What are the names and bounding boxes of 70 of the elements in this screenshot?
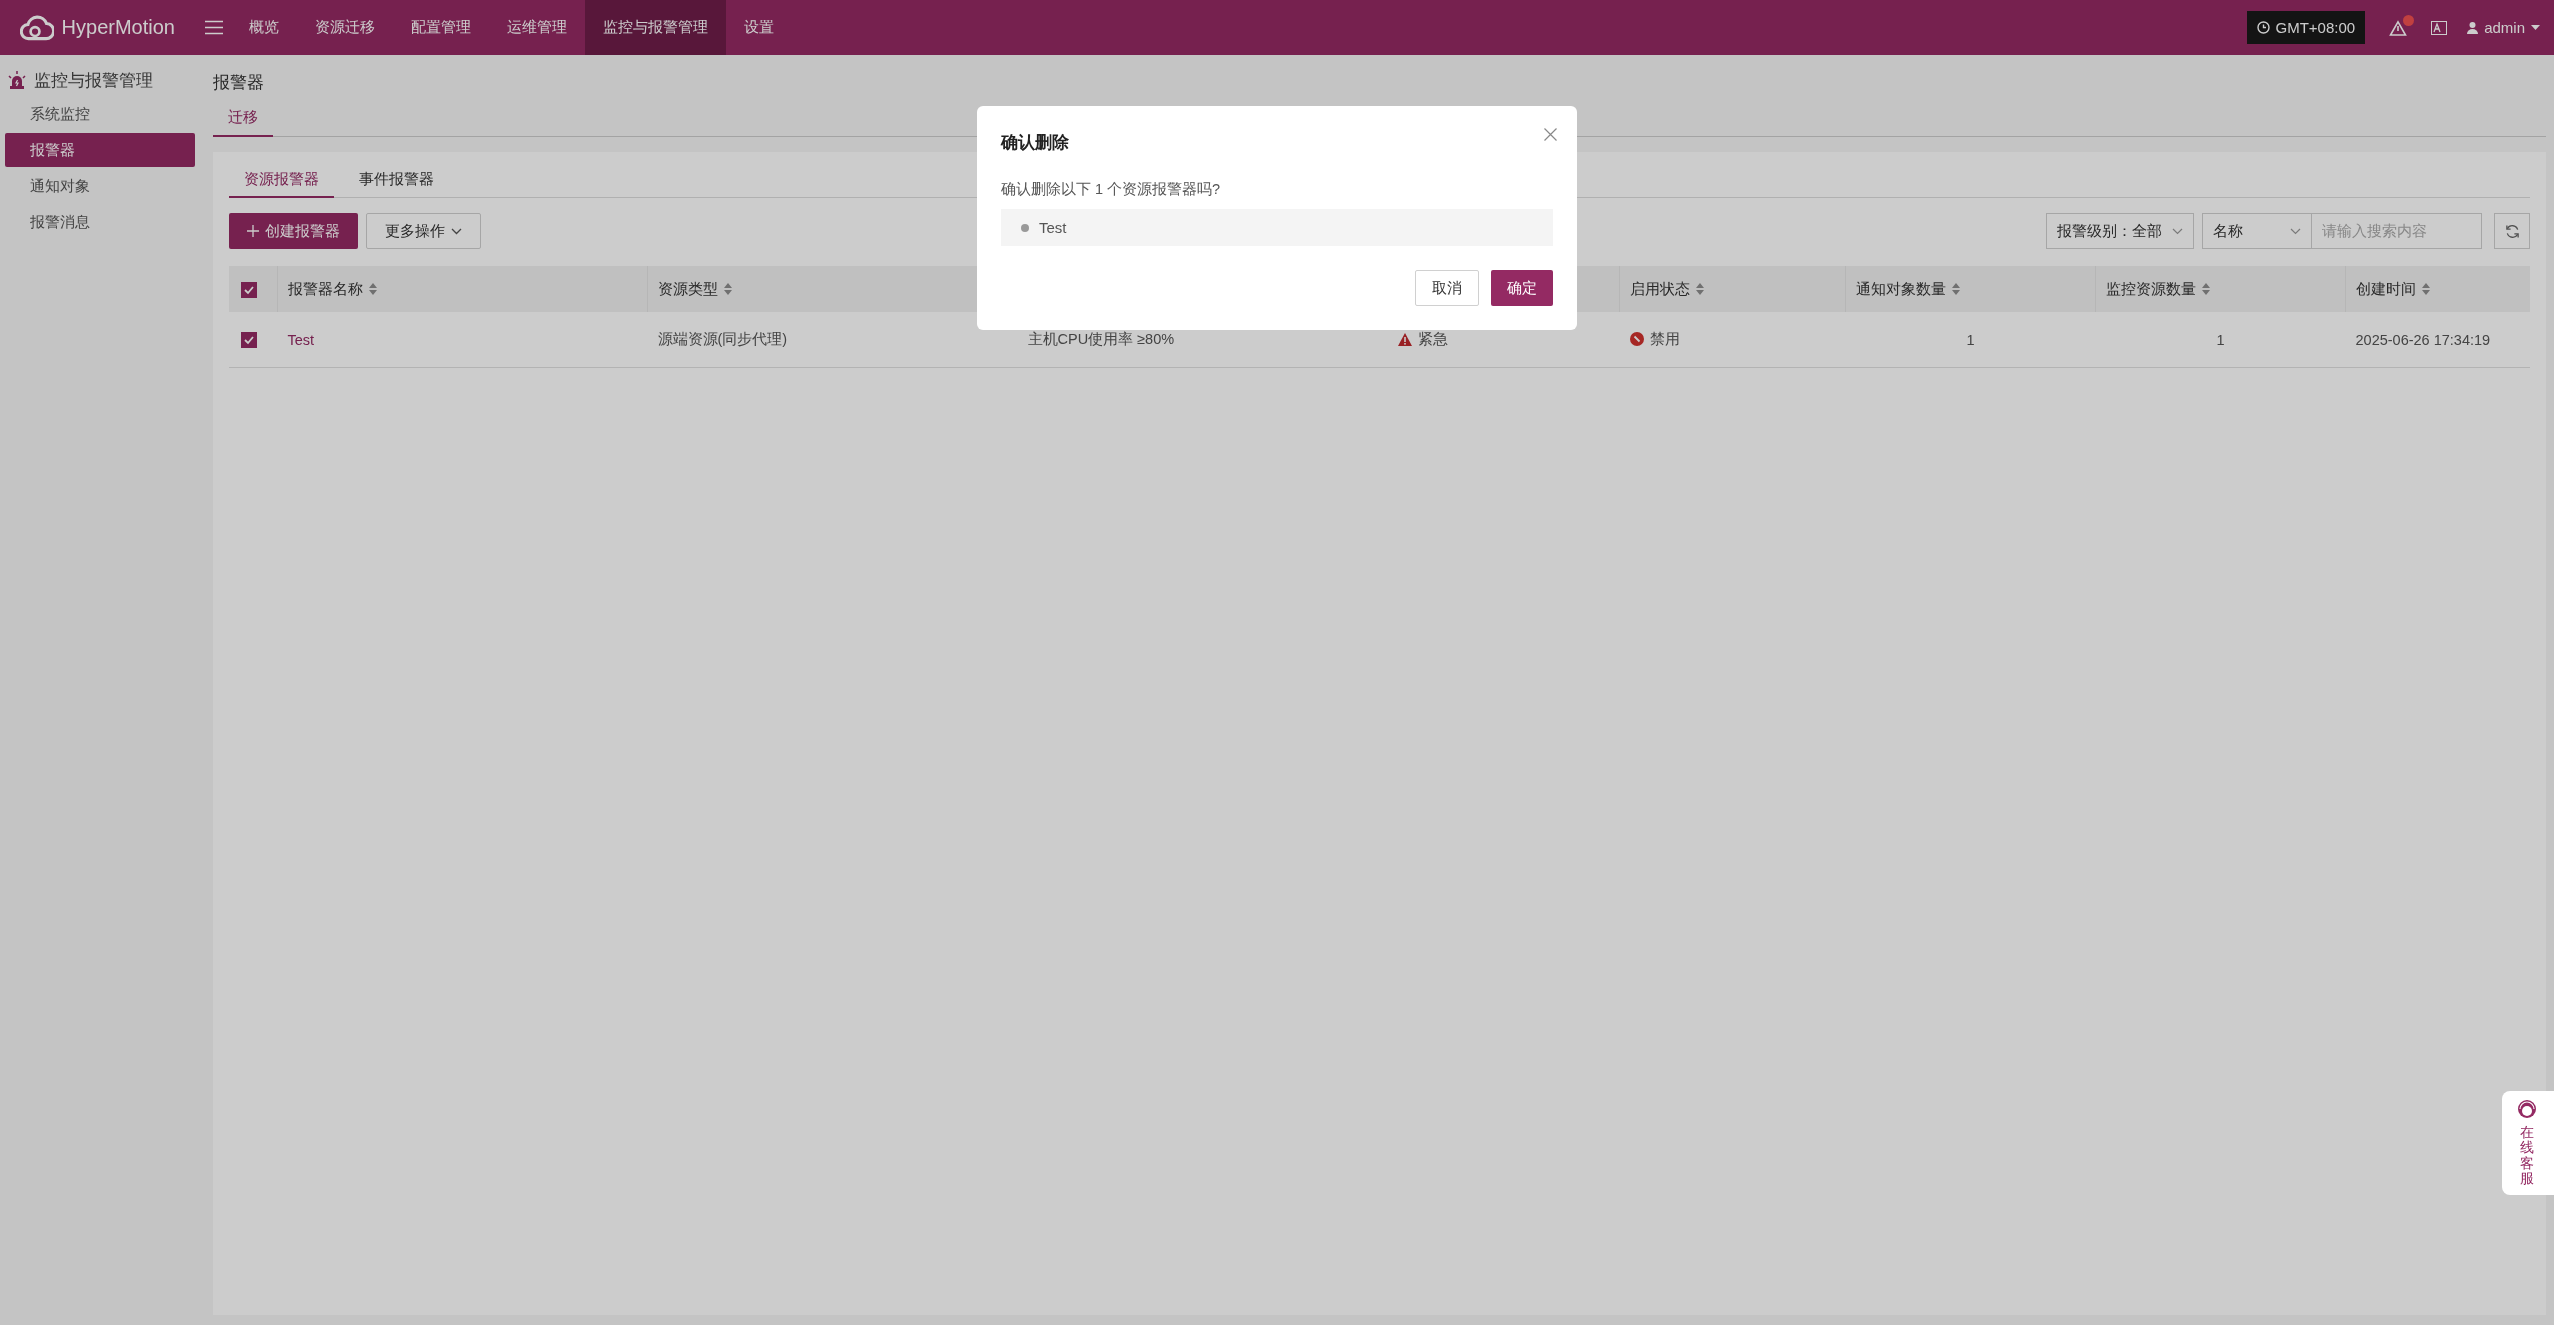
page-title: 报警器 (213, 72, 265, 94)
menu-icon[interactable] (205, 20, 223, 35)
chevron-down-icon (2290, 227, 2301, 235)
checkbox[interactable] (241, 332, 257, 349)
chevron-down-icon (451, 227, 462, 235)
nav-tab[interactable]: 资源迁移 (297, 0, 393, 55)
cancel-button[interactable]: 取消 (1415, 270, 1479, 306)
column-header: 资源类型 (658, 279, 718, 299)
close-icon[interactable] (1544, 128, 1557, 141)
bullet-icon (1021, 223, 1029, 232)
create-button[interactable]: 创建报警器 (229, 213, 358, 249)
timezone-button[interactable]: GMT+08:00 (2246, 11, 2366, 44)
nav-tab[interactable]: 运维管理 (489, 0, 585, 55)
alert-icon[interactable] (2389, 19, 2408, 36)
table-cell: 主机CPU使用率 ≥80% (1027, 331, 1175, 347)
notification-badge (2403, 14, 2415, 26)
search-field-dropdown[interactable]: 名称 (2202, 213, 2312, 249)
table-cell: 2025-06-26 17:34:19 (2355, 331, 2491, 348)
translate-icon[interactable] (2431, 20, 2448, 35)
tab[interactable]: 资源报警器 (229, 166, 334, 198)
cloud-logo-icon (20, 13, 54, 42)
alarm-name-link[interactable]: Test (287, 331, 315, 348)
refresh-icon (2504, 223, 2520, 239)
sort-icon[interactable] (1952, 283, 1960, 295)
nav-tab[interactable]: 概览 (231, 0, 297, 55)
alarm-light-icon (8, 71, 26, 89)
sort-icon[interactable] (1696, 283, 1704, 295)
column-header: 报警器名称 (288, 279, 363, 299)
online-support-button[interactable]: 在线客服 (2502, 1091, 2554, 1195)
confirm-button[interactable]: 确定 (1491, 270, 1553, 306)
sidebar-item[interactable]: 系统监控 (5, 97, 195, 131)
headset-icon (2517, 1099, 2537, 1119)
sidebar-item[interactable]: 通知对象 (5, 169, 195, 203)
nav-tab[interactable]: 监控与报警管理 (585, 0, 726, 55)
tab[interactable]: 事件报警器 (344, 166, 449, 197)
column-header: 启用状态 (1630, 279, 1690, 299)
sort-icon[interactable] (369, 283, 377, 295)
nav-tab[interactable]: 设置 (726, 0, 792, 55)
dialog-title: 确认删除 (1001, 132, 1070, 153)
sidebar-item[interactable]: 报警器 (5, 133, 195, 167)
brand-name: HyperMotion (61, 16, 175, 39)
more-actions-dropdown[interactable]: 更多操作 (366, 213, 481, 249)
sort-icon[interactable] (2202, 283, 2210, 295)
list-item: Test (1039, 219, 1067, 236)
search-field[interactable]: 请输入搜索内容 (2312, 213, 2482, 249)
nav-tab[interactable]: 配置管理 (393, 0, 489, 55)
sort-icon[interactable] (2422, 283, 2430, 295)
checkbox[interactable] (241, 281, 257, 298)
user-icon (2467, 21, 2479, 34)
column-header: 创建时间 (2356, 279, 2416, 299)
warning-icon (1397, 333, 1412, 346)
table-cell: 1 (1966, 331, 1975, 348)
column-header: 监控资源数量 (2106, 279, 2196, 299)
user-menu[interactable]: admin (2467, 19, 2540, 36)
table-cell: 禁用 (1649, 329, 1680, 349)
tab[interactable]: 迁移 (213, 108, 273, 137)
table-cell: 源端资源(同步代理) (657, 331, 788, 347)
chevron-down-icon (2172, 227, 2183, 235)
level-filter-dropdown[interactable]: 报警级别：全部 (2046, 213, 2194, 249)
table-cell: 紧急 (1417, 330, 1448, 349)
column-header: 通知对象数量 (1856, 279, 1946, 299)
sidebar-title: 监控与报警管理 (34, 69, 153, 92)
table-cell: 1 (2216, 331, 2225, 348)
sort-icon[interactable] (724, 283, 732, 295)
dialog-message: 确认删除以下 1 个资源报警器吗? (1001, 180, 1222, 199)
clock-icon (2256, 21, 2270, 34)
refresh-button[interactable] (2494, 213, 2530, 249)
plus-icon (247, 225, 259, 237)
sidebar-item[interactable]: 报警消息 (5, 205, 195, 239)
caret-icon (2531, 25, 2540, 30)
